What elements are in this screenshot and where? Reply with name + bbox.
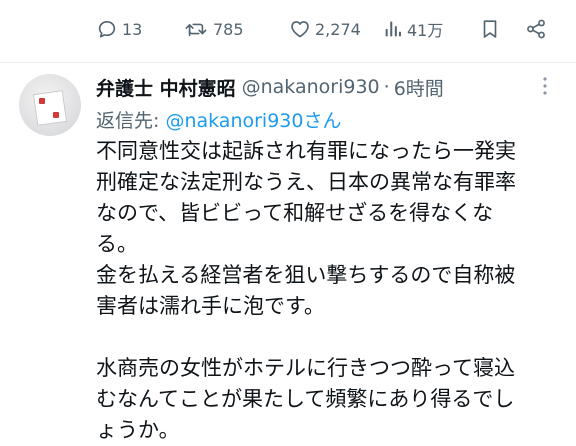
tweet-text-line: ょうか。 xyxy=(96,418,180,442)
tweet-text-line: むなんてことが果たして頻繁にあり得るでし xyxy=(96,387,515,411)
reply-button[interactable]: 13 xyxy=(96,16,142,42)
like-icon xyxy=(289,18,311,40)
author-handle[interactable]: @nakanori930 xyxy=(242,76,380,98)
repost-button[interactable]: 785 xyxy=(183,16,244,42)
tweet-divider xyxy=(0,62,576,63)
tweet-text-line: る。 xyxy=(96,232,138,256)
repost-icon xyxy=(183,18,209,40)
tweet-header: 弁護士 中村憲昭 @nakanori930 · 6時間 xyxy=(96,74,444,100)
views-count: 41万 xyxy=(407,21,444,40)
views-icon xyxy=(383,18,403,40)
tweet-text-line: なので、皆ビビって和解せざるを得なくな xyxy=(96,201,494,225)
tweet-body: 不同意性交は起訴され有罪になったら一発実 刑確定な法定刑なうえ、日本の異常な有罪… xyxy=(96,136,566,446)
share-icon xyxy=(525,18,547,40)
replying-to: 返信先: @nakanori930さん xyxy=(96,106,341,132)
more-options-button[interactable] xyxy=(533,76,557,100)
repost-count: 785 xyxy=(213,19,244,39)
avatar[interactable] xyxy=(19,74,81,136)
bookmark-icon xyxy=(480,18,500,40)
header-separator: · xyxy=(383,76,390,98)
avatar-document-graphic xyxy=(32,90,68,126)
tweet-text-line: 刑確定な法定刑なうえ、日本の異常な有罪率 xyxy=(96,170,516,194)
avatar-seal-mark xyxy=(53,112,59,118)
share-button[interactable] xyxy=(525,16,547,42)
tweet-action-bar: 13 785 2,274 41万 xyxy=(0,0,576,62)
tweet-text-line: 水商売の女性がホテルに行きつつ酔って寝込 xyxy=(96,356,515,380)
tweet-text-line: 害者は濡れ手に泡です。 xyxy=(96,294,325,318)
reply-count: 13 xyxy=(122,19,143,39)
avatar-seal-mark xyxy=(39,98,45,104)
more-vertical-icon xyxy=(542,76,548,100)
tweet-text-line: 不同意性交は起訴され有罪になったら一発実 xyxy=(96,139,516,163)
views-button[interactable]: 41万 xyxy=(383,16,443,42)
tweet-timestamp[interactable]: 6時間 xyxy=(394,74,444,101)
reply-icon xyxy=(96,18,118,40)
like-count: 2,274 xyxy=(315,19,361,39)
replying-to-mention[interactable]: @nakanori930さん xyxy=(165,110,341,132)
tweet-text-line: 金を払える経営者を狙い撃ちするので自称被 xyxy=(96,263,516,287)
like-button[interactable]: 2,274 xyxy=(289,16,361,42)
author-name[interactable]: 弁護士 中村憲昭 xyxy=(96,74,236,101)
bookmark-button[interactable] xyxy=(480,16,500,42)
replying-to-label: 返信先: xyxy=(96,110,166,132)
tweet-paragraph-gap xyxy=(96,322,566,353)
